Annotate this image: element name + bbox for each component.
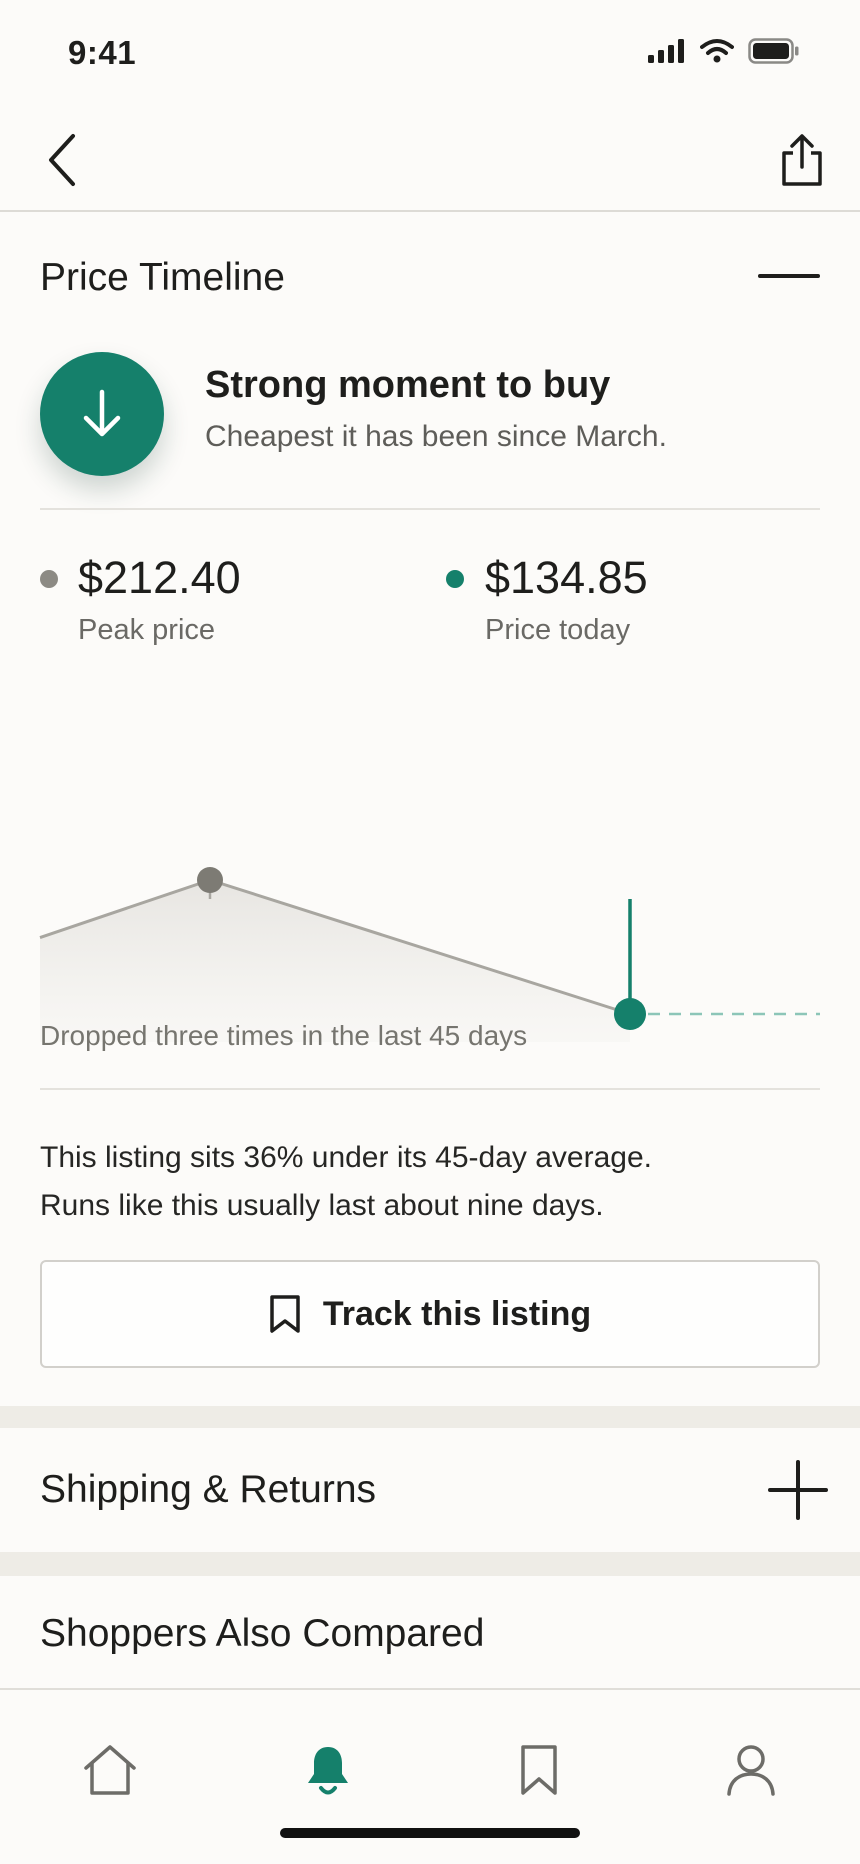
status-icons	[648, 38, 800, 64]
peak-price-value: $212.40	[78, 552, 241, 603]
today-price-label: Price today	[485, 614, 631, 646]
shoppers-compared-section[interactable]: Shoppers Also Compared	[0, 1576, 860, 1688]
wifi-icon	[700, 39, 734, 63]
tab-home[interactable]	[70, 1730, 150, 1810]
track-listing-button[interactable]: Track this listing	[40, 1260, 820, 1368]
section-separator	[0, 1552, 860, 1576]
expand-button[interactable]	[768, 1460, 828, 1520]
deal-divider	[40, 508, 820, 510]
track-listing-label: Track this listing	[322, 1294, 592, 1333]
minus-icon	[758, 274, 820, 278]
collapse-button[interactable]	[758, 256, 820, 296]
home-icon	[84, 1745, 136, 1795]
today-point	[614, 998, 646, 1030]
profile-icon	[727, 1745, 775, 1796]
status-bar: 9:41	[0, 0, 860, 100]
section-separator	[0, 1406, 860, 1428]
signal-icon	[648, 39, 684, 63]
chevron-left-icon	[49, 134, 75, 186]
nav-bar	[0, 110, 860, 210]
deal-subtitle: Cheapest it has been since March.	[205, 420, 667, 453]
price-chart	[39, 867, 820, 1042]
share-icon	[782, 134, 822, 186]
insight-text: This listing sits 36% under its 45-day a…	[40, 1134, 652, 1230]
tab-profile[interactable]	[711, 1730, 791, 1810]
shoppers-compared-title: Shoppers Also Compared	[40, 1612, 485, 1655]
chart-caption: Dropped three times in the last 45 days	[40, 1020, 528, 1051]
insight-line-2: Runs like this usually last about nine d…	[40, 1189, 604, 1222]
back-button[interactable]	[32, 126, 92, 194]
plus-icon	[768, 1460, 828, 1520]
caption-divider	[40, 1088, 820, 1090]
price-timeline-title: Price Timeline	[40, 256, 285, 299]
status-time: 9:41	[68, 34, 137, 71]
price-timeline-section: Price Timeline Strong moment to buy Chea…	[0, 212, 860, 1406]
share-button[interactable]	[772, 126, 832, 194]
home-indicator	[280, 1828, 580, 1838]
peak-point	[197, 867, 223, 893]
price-down-badge	[40, 352, 164, 476]
insight-line-1: This listing sits 36% under its 45-day a…	[40, 1141, 652, 1174]
shipping-section[interactable]: Shipping & Returns	[0, 1428, 860, 1552]
arrow-down-icon	[83, 389, 121, 437]
today-price-value: $134.85	[485, 552, 648, 603]
bookmark-icon	[521, 1745, 557, 1795]
bell-icon	[308, 1747, 348, 1795]
peak-price-label: Peak price	[78, 614, 216, 646]
tab-alerts[interactable]	[288, 1730, 368, 1810]
tab-saved[interactable]	[499, 1730, 579, 1810]
price-area	[40, 880, 630, 1042]
shipping-title: Shipping & Returns	[40, 1468, 377, 1511]
today-legend-dot	[446, 570, 464, 588]
deal-title: Strong moment to buy	[205, 364, 611, 406]
battery-icon	[748, 38, 799, 64]
peak-legend-dot	[40, 570, 58, 588]
bookmark-icon	[270, 1295, 300, 1333]
